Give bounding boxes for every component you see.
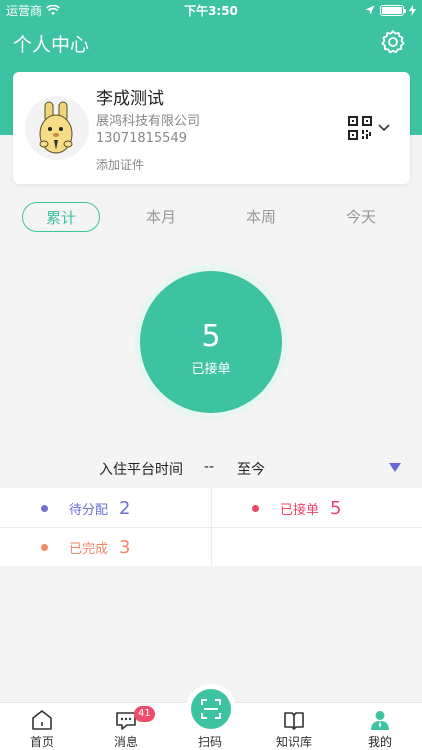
carrier-label: 运营商 (6, 3, 43, 18)
range-separator: -- (204, 459, 215, 475)
status-bar: 运营商 下午3:50 (0, 0, 422, 20)
date-range-selector[interactable]: 入住平台时间 -- 至今 (0, 455, 422, 481)
location-arrow-icon (365, 5, 375, 15)
tabbar-mine[interactable]: 我的 (338, 703, 422, 750)
range-end: 至今 (237, 462, 265, 478)
summary-value: 5 (201, 319, 221, 354)
tab-this-month[interactable]: 本月 (122, 202, 200, 232)
status-right (365, 4, 416, 16)
page-title: 个人中心 (13, 34, 90, 56)
company-name: 展鸿科技有限公司 (96, 114, 201, 129)
tabbar-scan-label: 扫码 (197, 735, 222, 749)
pending-label: 待分配 (69, 502, 109, 518)
message-badge: 41 (134, 706, 155, 722)
scan-fab[interactable] (186, 684, 236, 734)
completed-label: 已完成 (69, 541, 109, 557)
completed-value: 3 (119, 536, 131, 558)
stat-completed[interactable]: 已完成 3 (41, 535, 130, 559)
summary-label: 已接单 (191, 362, 231, 377)
scan-button[interactable] (191, 689, 231, 729)
battery-icon (380, 4, 406, 16)
stat-accepted[interactable]: 已接单 5 (252, 496, 341, 520)
add-certificate-link[interactable]: 添加证件 (96, 156, 144, 173)
phone-number: 13071815549 (96, 131, 187, 146)
wifi-icon (46, 4, 61, 15)
tabbar-messages[interactable]: 41 消息 (84, 703, 168, 750)
qr-code-icon (348, 116, 372, 140)
dropdown-triangle-icon[interactable] (389, 463, 401, 472)
accepted-label: 已接单 (280, 502, 320, 518)
book-icon (284, 712, 304, 730)
bunny-avatar-icon (39, 101, 73, 154)
carrier-group: 运营商 (6, 2, 61, 19)
tabbar-home-label: 首页 (29, 735, 54, 749)
tab-cumulative[interactable]: 累计 (22, 202, 100, 232)
avatar[interactable] (25, 96, 89, 160)
summary-circle-inner: 5 已接单 (140, 271, 282, 413)
tabbar-messages-label: 消息 (113, 735, 138, 749)
tab-today[interactable]: 今天 (322, 202, 400, 232)
chevron-down-icon (378, 124, 390, 132)
qr-code-button[interactable] (348, 116, 390, 140)
pending-value: 2 (119, 497, 131, 519)
tab-this-week[interactable]: 本周 (222, 202, 300, 232)
pending-dot-icon (41, 504, 48, 512)
tabbar-knowledge-label: 知识库 (275, 735, 312, 749)
stat-pending[interactable]: 待分配 2 (41, 496, 130, 520)
tabbar-knowledge[interactable]: 知识库 (252, 703, 336, 750)
summary-circle: 5 已接单 (134, 265, 288, 419)
home-icon (32, 710, 52, 730)
divider-horizontal (0, 527, 422, 528)
period-tabs: 累计 本月 本周 今天 (0, 200, 422, 234)
user-icon (371, 711, 389, 730)
tabbar-home[interactable]: 首页 (0, 703, 84, 750)
join-time-label: 入住平台时间 (99, 462, 183, 478)
order-stats: 待分配 2 已接单 5 已完成 3 (0, 488, 422, 566)
charging-bolt-icon (409, 4, 416, 16)
scan-icon (201, 699, 221, 719)
completed-dot-icon (41, 543, 48, 551)
status-time: 下午3:50 (184, 3, 238, 18)
accepted-dot-icon (252, 504, 259, 512)
user-name: 李成测试 (96, 89, 164, 109)
accepted-value: 5 (330, 497, 342, 519)
tabbar-mine-label: 我的 (367, 735, 392, 749)
gear-icon[interactable] (380, 29, 406, 55)
profile-card[interactable]: 李成测试 展鸿科技有限公司 13071815549 添加证件 (13, 72, 410, 184)
